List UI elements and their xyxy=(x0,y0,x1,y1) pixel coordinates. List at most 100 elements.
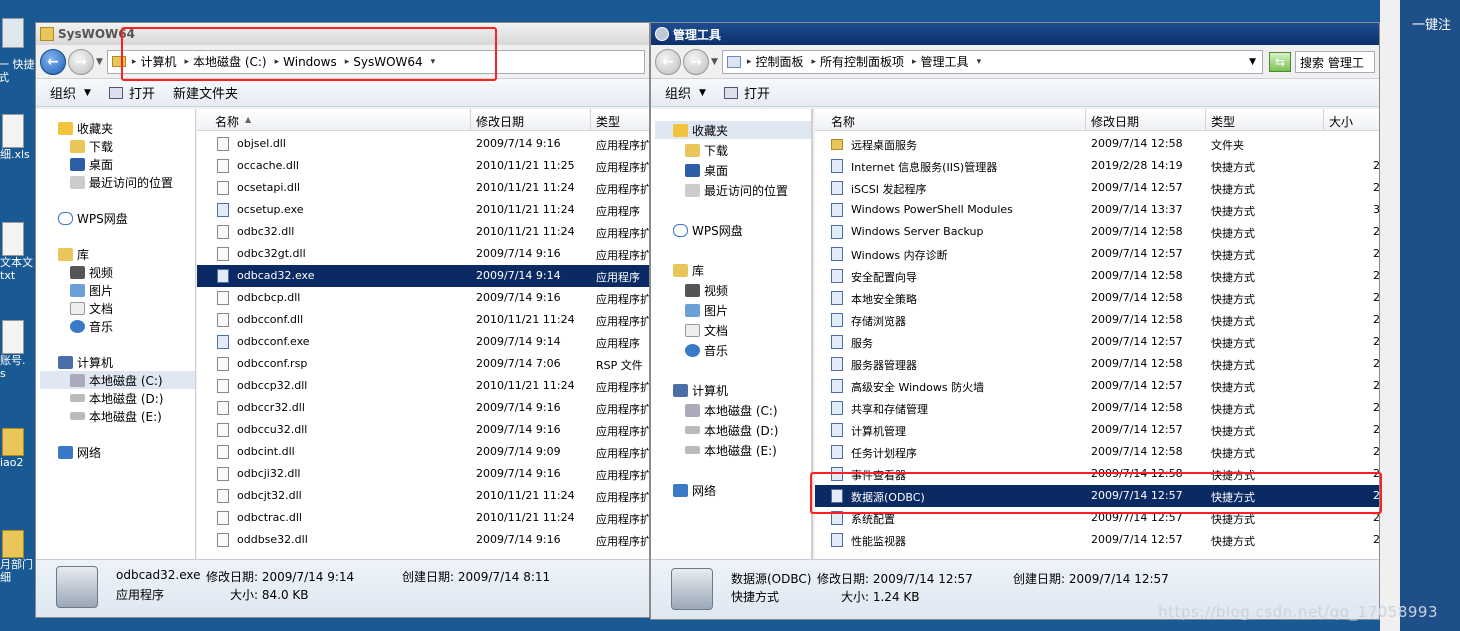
file-row[interactable]: objsel.dll 2009/7/14 9:16 应用程序扩 xyxy=(197,133,649,155)
column-date[interactable]: 修改日期 xyxy=(476,113,524,130)
file-row[interactable]: Windows 内存诊断 2009/7/14 12:57 快捷方式 2 xyxy=(815,243,1379,265)
nav-libraries[interactable]: 库 xyxy=(673,261,704,279)
file-row[interactable]: odbc32gt.dll 2009/7/14 9:16 应用程序扩 xyxy=(197,243,649,265)
file-row[interactable]: 事件查看器 2009/7/14 12:58 快捷方式 2 xyxy=(815,463,1379,485)
file-row[interactable]: 服务 2009/7/14 12:57 快捷方式 2 xyxy=(815,331,1379,353)
nav-downloads[interactable]: 下载 xyxy=(685,141,728,159)
open-button[interactable]: 打开 xyxy=(723,83,770,102)
nav-desktop[interactable]: 桌面 xyxy=(70,155,113,173)
nav-downloads[interactable]: 下载 xyxy=(70,137,113,155)
organize-button[interactable]: 组织 ▼ xyxy=(665,83,706,102)
nav-favorites[interactable]: 收藏夹 xyxy=(655,121,811,139)
open-button[interactable]: 打开 xyxy=(108,83,155,102)
file-row[interactable]: iSCSI 发起程序 2009/7/14 12:57 快捷方式 2 xyxy=(815,177,1379,199)
file-row[interactable]: odbcji32.dll 2009/7/14 9:16 应用程序扩 xyxy=(197,463,649,485)
file-row[interactable]: occache.dll 2010/11/21 11:25 应用程序扩 xyxy=(197,155,649,177)
file-row[interactable]: 高级安全 Windows 防火墙 2009/7/14 12:57 快捷方式 2 xyxy=(815,375,1379,397)
nav-music[interactable]: 音乐 xyxy=(70,317,113,335)
breadcrumb-control-panel[interactable]: 控制面板 xyxy=(755,53,803,70)
history-dropdown-icon[interactable]: ▼ xyxy=(96,57,103,67)
nav-music[interactable]: 音乐 xyxy=(685,341,728,359)
file-row[interactable]: odbc32.dll 2010/11/21 11:24 应用程序扩 xyxy=(197,221,649,243)
column-date[interactable]: 修改日期 xyxy=(1091,113,1139,130)
nav-libraries[interactable]: 库 xyxy=(58,245,89,263)
chevron-right-icon[interactable]: ▸ xyxy=(811,57,816,67)
nav-drive-e[interactable]: 本地磁盘 (E:) xyxy=(70,407,162,425)
nav-computer[interactable]: 计算机 xyxy=(58,353,113,371)
desktop-icon-dept[interactable]: 月部门细 xyxy=(0,530,36,584)
title-bar[interactable]: 管理工具 xyxy=(651,23,1379,45)
breadcrumb-admin-tools[interactable]: 管理工具 xyxy=(921,53,969,70)
file-row[interactable]: odbcint.dll 2009/7/14 9:09 应用程序扩 xyxy=(197,441,649,463)
nav-documents[interactable]: 文档 xyxy=(70,299,113,317)
nav-drive-d[interactable]: 本地磁盘 (D:) xyxy=(70,389,163,407)
chevron-right-icon[interactable]: ▸ xyxy=(912,57,917,67)
file-row[interactable]: Windows Server Backup 2009/7/14 12:58 快捷方式… xyxy=(815,221,1379,243)
chevron-right-icon[interactable]: ▸ xyxy=(184,57,189,67)
file-row[interactable]: 系统配置 2009/7/14 12:57 快捷方式 2 xyxy=(815,507,1379,529)
file-row[interactable]: odbcconf.exe 2009/7/14 9:14 应用程序 xyxy=(197,331,649,353)
nav-desktop[interactable]: 桌面 xyxy=(685,161,728,179)
file-row[interactable]: 服务器管理器 2009/7/14 12:58 快捷方式 2 xyxy=(815,353,1379,375)
organize-button[interactable]: 组织 ▼ xyxy=(50,83,91,102)
file-row[interactable]: oddbse32.dll 2009/7/14 9:16 应用程序扩 xyxy=(197,529,649,551)
nav-drive-e[interactable]: 本地磁盘 (E:) xyxy=(685,441,777,459)
nav-computer[interactable]: 计算机 xyxy=(673,381,728,399)
breadcrumb-windows[interactable]: Windows xyxy=(283,55,337,69)
desktop-icon-account[interactable]: 账号. s xyxy=(0,320,36,380)
nav-videos[interactable]: 视频 xyxy=(685,281,728,299)
search-input[interactable]: 搜索 管理工 xyxy=(1295,50,1375,73)
back-button[interactable]: ← xyxy=(655,48,681,75)
address-dropdown-icon[interactable]: ▼ xyxy=(1249,57,1256,67)
nav-network[interactable]: 网络 xyxy=(673,481,716,499)
chevron-down-icon[interactable]: ▾ xyxy=(431,57,436,67)
back-button[interactable]: ← xyxy=(40,48,66,75)
file-row[interactable]: odbccr32.dll 2009/7/14 9:16 应用程序扩 xyxy=(197,397,649,419)
forward-button[interactable]: → xyxy=(683,48,709,75)
column-name[interactable]: 名称 xyxy=(215,113,239,130)
nav-drive-d[interactable]: 本地磁盘 (D:) xyxy=(685,421,778,439)
refresh-button[interactable]: ⇆ xyxy=(1269,51,1291,72)
new-folder-button[interactable]: 新建文件夹 xyxy=(173,83,238,102)
file-row[interactable]: Windows PowerShell Modules 2009/7/14 13:3… xyxy=(815,199,1379,221)
column-type[interactable]: 类型 xyxy=(1211,113,1235,130)
column-type[interactable]: 类型 xyxy=(596,113,620,130)
file-row[interactable]: 安全配置向导 2009/7/14 12:58 快捷方式 2 xyxy=(815,265,1379,287)
file-row[interactable]: 共享和存储管理 2009/7/14 12:58 快捷方式 2 xyxy=(815,397,1379,419)
file-list[interactable]: 名称 ▲ 修改日期 类型 objsel.dll 2009/7/14 9:16 应用程… xyxy=(197,109,649,559)
file-row[interactable]: Internet 信息服务(IIS)管理器 2019/2/28 14:19 快捷方式… xyxy=(815,155,1379,177)
file-row[interactable]: 性能监视器 2009/7/14 12:57 快捷方式 2 xyxy=(815,529,1379,551)
nav-recent[interactable]: 最近访问的位置 xyxy=(70,173,173,191)
file-row[interactable]: 任务计划程序 2009/7/14 12:58 快捷方式 2 xyxy=(815,441,1379,463)
file-row[interactable]: odbcad32.exe 2009/7/14 9:14 应用程序 xyxy=(197,265,649,287)
nav-drive-c[interactable]: 本地磁盘 (C:) xyxy=(40,371,195,389)
desktop-icon-xls[interactable]: 细.xls xyxy=(0,114,36,161)
nav-videos[interactable]: 视频 xyxy=(70,263,113,281)
nav-pictures[interactable]: 图片 xyxy=(70,281,113,299)
desktop-icon-folder[interactable]: iao2 xyxy=(0,428,36,469)
breadcrumb-all-items[interactable]: 所有控制面板项 xyxy=(820,53,904,70)
history-dropdown-icon[interactable]: ▼ xyxy=(711,57,718,67)
chevron-right-icon[interactable]: ▸ xyxy=(275,57,280,67)
file-row[interactable]: 本地安全策略 2009/7/14 12:58 快捷方式 2 xyxy=(815,287,1379,309)
breadcrumb-computer[interactable]: 计算机 xyxy=(140,53,176,70)
title-bar[interactable]: SysWOW64 xyxy=(36,23,649,45)
file-row[interactable]: odbcconf.dll 2010/11/21 11:24 应用程序扩 xyxy=(197,309,649,331)
nav-documents[interactable]: 文档 xyxy=(685,321,728,339)
file-row[interactable]: odbccu32.dll 2009/7/14 9:16 应用程序扩 xyxy=(197,419,649,441)
desktop-icon-txt[interactable]: 文本文 txt xyxy=(0,222,36,282)
nav-drive-c[interactable]: 本地磁盘 (C:) xyxy=(685,401,778,419)
file-row[interactable]: 远程桌面服务 2009/7/14 12:58 文件夹 xyxy=(815,133,1379,155)
file-row[interactable]: odbccp32.dll 2010/11/21 11:24 应用程序扩 xyxy=(197,375,649,397)
breadcrumb-syswow64[interactable]: SysWOW64 xyxy=(353,55,422,69)
forward-button[interactable]: → xyxy=(68,48,94,75)
file-row[interactable]: odbcjt32.dll 2010/11/21 11:24 应用程序扩 xyxy=(197,485,649,507)
address-bar[interactable]: ▸ 控制面板 ▸ 所有控制面板项 ▸ 管理工具 ▾ ▼ xyxy=(721,49,1263,74)
file-row[interactable]: ocsetapi.dll 2010/11/21 11:24 应用程序扩 xyxy=(197,177,649,199)
column-name[interactable]: 名称 xyxy=(831,113,855,130)
nav-wps-drive[interactable]: WPS网盘 xyxy=(58,209,128,227)
nav-pictures[interactable]: 图片 xyxy=(685,301,728,319)
nav-network[interactable]: 网络 xyxy=(58,443,101,461)
file-row[interactable]: odbctrac.dll 2010/11/21 11:24 应用程序扩 xyxy=(197,507,649,529)
file-row[interactable]: 数据源(ODBC) 2009/7/14 12:57 快捷方式 2 xyxy=(815,485,1379,507)
